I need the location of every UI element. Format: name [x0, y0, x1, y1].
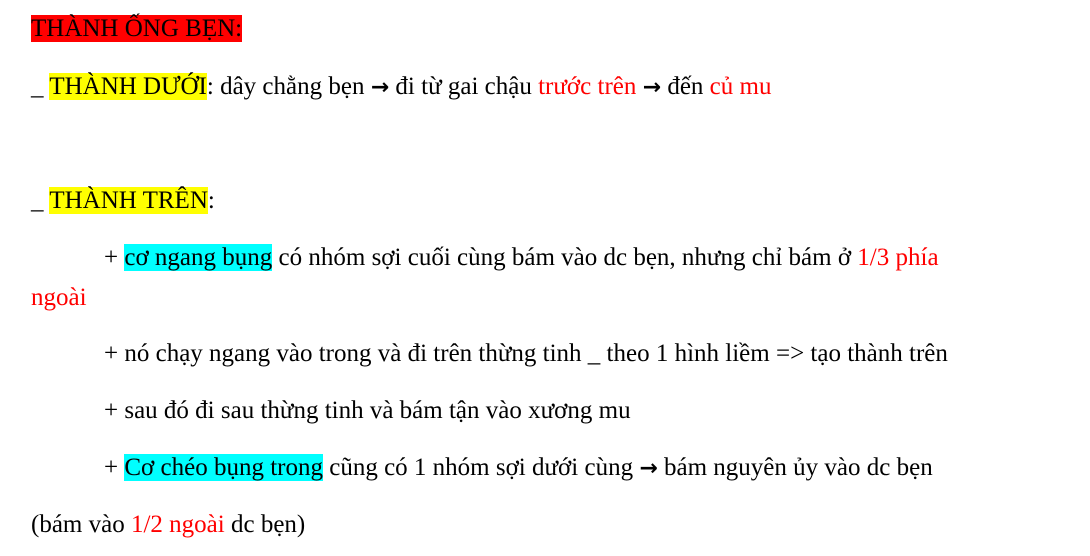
thanh-duoi-red-1: trước trên [538, 73, 637, 100]
bullet-4-cont-red: 1/2 ngoài [130, 511, 225, 538]
thanh-duoi-red-2: củ mu [709, 73, 772, 100]
right-arrow-icon: → [370, 75, 390, 100]
bullet-1-continuation: ngoài [31, 283, 87, 313]
bullet-4-continuation: (bám vào 1/2 ngoài dc bẹn) [31, 510, 305, 540]
bullet-4-cont-text-1: (bám vào [31, 511, 131, 538]
bullet-2-line: + nó chạy ngang vào trong và đi trên thừ… [104, 339, 948, 369]
dash-prefix: _ [31, 73, 50, 100]
right-arrow-icon: → [639, 456, 658, 481]
thanh-duoi-text-2: đi từ gai chậu [389, 73, 539, 100]
bullet-4-line: + Cơ chéo bụng trong cũng có 1 nhóm sợi … [104, 453, 933, 483]
thanh-duoi-text-1: : dây chằng bẹn [206, 73, 371, 100]
bullet-2-text: + nó chạy ngang vào trong và đi trên thừ… [104, 340, 948, 367]
bullet-1-red-a: 1/3 phía [857, 244, 939, 271]
thanh-tren-line: _ THÀNH TRÊN: [31, 186, 215, 216]
bullet-4-text-2: bám nguyên ủy vào dc bẹn [657, 454, 933, 481]
bullet-4-cont-text-2: dc bẹn) [224, 511, 306, 538]
thanh-tren-colon: : [207, 187, 215, 214]
thanh-duoi-label: THÀNH DƯỚI [49, 73, 207, 100]
bullet-4-text-1: cũng có 1 nhóm sợi dưới cùng [322, 454, 640, 481]
thanh-duoi-line: _ THÀNH DƯỚI: dây chằng bẹn → đi từ gai … [31, 72, 771, 102]
right-arrow-icon: → [642, 75, 662, 100]
bullet-3-line: + sau đó đi sau thừng tinh và bám tận và… [104, 396, 631, 426]
dash-prefix: _ [31, 187, 50, 214]
thanh-tren-label: THÀNH TRÊN [49, 187, 208, 214]
bullet-3-text: + sau đó đi sau thừng tinh và bám tận và… [104, 397, 631, 424]
bullet-1-red-b: ngoài [31, 284, 87, 311]
bullet-plus: + [104, 244, 125, 271]
bullet-1-highlight: cơ ngang bụng [124, 244, 273, 271]
bullet-1-line: + cơ ngang bụng có nhóm sợi cuối cùng bá… [104, 243, 939, 273]
heading-text: THÀNH ỐNG BẸN: [31, 15, 243, 42]
heading-line: THÀNH ỐNG BẸN: [31, 14, 243, 44]
bullet-plus: + [104, 454, 125, 481]
bullet-4-highlight: Cơ chéo bụng trong [124, 454, 323, 481]
thanh-duoi-text-4: đến [661, 73, 710, 100]
bullet-1-text: có nhóm sợi cuối cùng bám vào dc bẹn, nh… [272, 244, 858, 271]
